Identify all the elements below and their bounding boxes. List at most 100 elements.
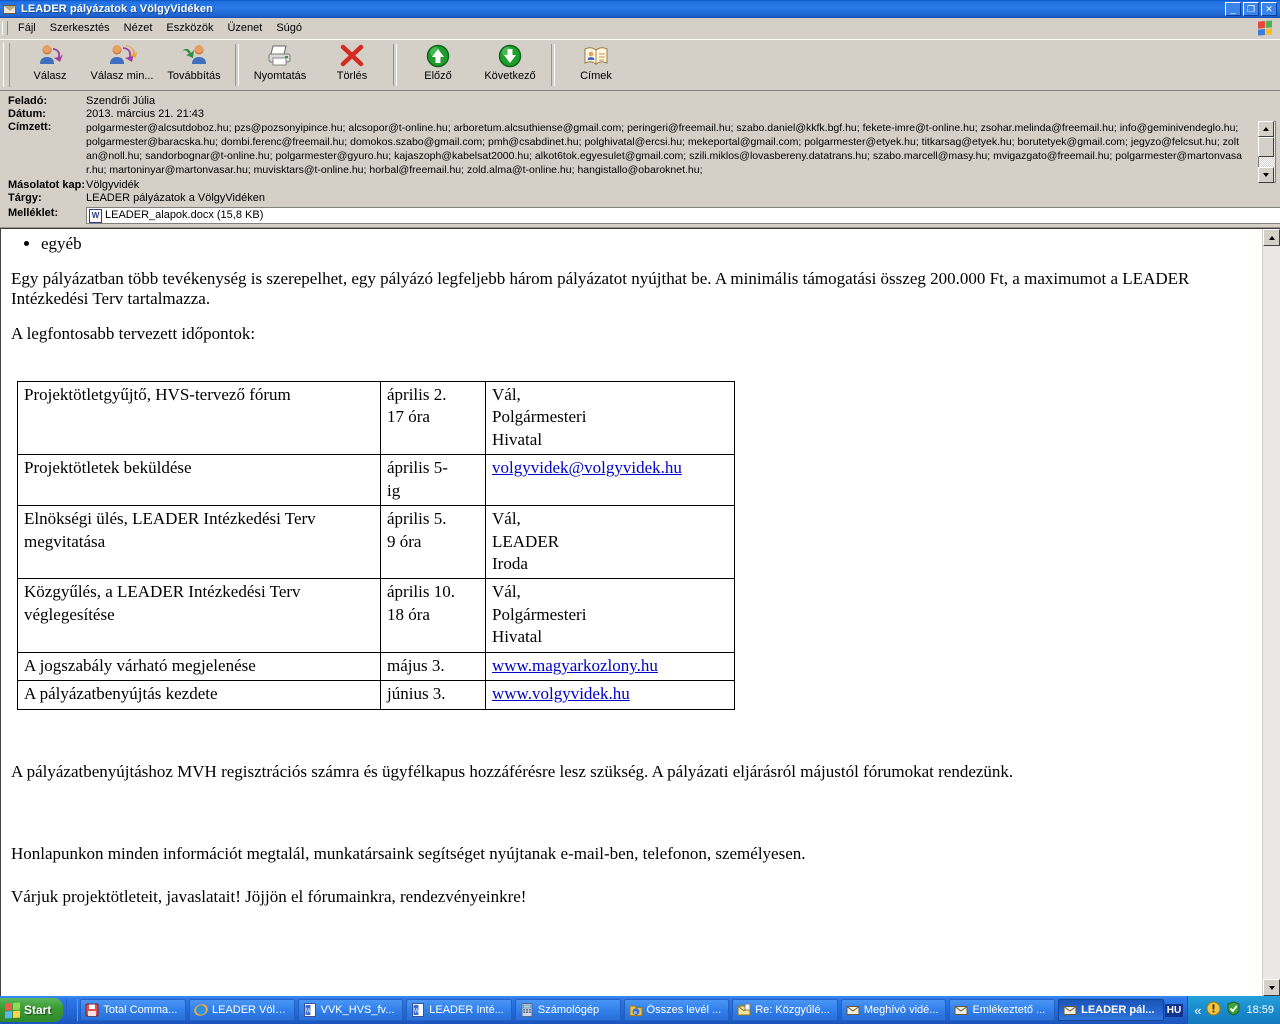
recipients-scroll-down-button[interactable]: [1258, 167, 1274, 183]
website-link[interactable]: www.magyarkozlony.hu: [492, 656, 658, 675]
addresses-button[interactable]: Címek: [560, 40, 632, 90]
attachment-field[interactable]: W LEADER_alapok.docx (15,8 KB): [86, 207, 1280, 224]
clock[interactable]: 18:59: [1246, 1004, 1274, 1016]
menu-message[interactable]: Üzenet: [220, 20, 269, 36]
body-paragraph-5: Várjuk projektötleteit, javaslatait! Jöj…: [11, 887, 527, 907]
header-row-cc: Másolatot kap: Völgyvidék: [0, 179, 1280, 192]
scroll-up-button[interactable]: [1263, 229, 1280, 246]
taskbar: Start Total Comma... LEADER Völg... W VV…: [0, 996, 1280, 1024]
menu-edit[interactable]: Szerkesztés: [43, 20, 117, 36]
menubar-grip[interactable]: [2, 21, 8, 35]
taskbar-item-leader-volgy[interactable]: LEADER Völg...: [188, 999, 295, 1021]
body-paragraph-2: A legfontosabb tervezett időpontok:: [11, 324, 256, 344]
taskbar-item-label: Meghívó vidé...: [863, 1004, 939, 1016]
address-book-icon: [582, 43, 610, 69]
body-paragraph-3: A pályázatbenyújtáshoz MVH regisztrációs…: [11, 761, 1014, 781]
word-document-icon: W: [303, 1003, 317, 1017]
table-row: Közgyűlés, a LEADER Intézkedési Terv vég…: [17, 578, 735, 653]
addresses-label: Címek: [580, 70, 612, 82]
table-cell-date: április 5- ig: [380, 454, 486, 507]
previous-button[interactable]: Előző: [402, 40, 474, 90]
email-link[interactable]: volgyvidek@volgyvidek.hu: [492, 458, 682, 477]
language-indicator[interactable]: HU: [1164, 1003, 1184, 1017]
menubar: Fájl Szerkesztés Nézet Eszközök Üzenet S…: [0, 18, 1280, 39]
taskbar-item-calculator[interactable]: Számológép: [514, 999, 621, 1021]
table-row: Elnökségi ülés, LEADER Intézkedési Terv …: [17, 505, 735, 580]
security-shield-icon[interactable]: [1226, 1001, 1241, 1019]
taskbar-item-meghivo[interactable]: Meghívó vidé...: [840, 999, 947, 1021]
from-label: Feladó:: [8, 95, 48, 107]
attachment-label: Melléklet:: [8, 207, 59, 219]
body-paragraph-4: Honlapunkon minden információt megtalál,…: [11, 844, 806, 864]
minimize-button[interactable]: _: [1225, 2, 1241, 16]
reply-all-button[interactable]: Válasz min...: [86, 40, 158, 90]
menu-tools[interactable]: Eszközök: [159, 20, 220, 36]
list-item: egyéb: [41, 234, 1256, 255]
website-link[interactable]: www.volgyvidek.hu: [492, 684, 630, 703]
header-row-to: Címzett: polgarmester@alcsutdoboz.hu; pz…: [0, 121, 1280, 177]
next-down-arrow-icon: [497, 43, 523, 69]
menu-file[interactable]: Fájl: [11, 20, 43, 36]
taskbar-item-osszes-level[interactable]: e Összes levél ...: [623, 999, 730, 1021]
recipients-scroll-up-button[interactable]: [1258, 121, 1274, 137]
reply-button[interactable]: Válasz: [14, 40, 86, 90]
taskbar-item-vvk-hvs[interactable]: W VVK_HVS_fv...: [297, 999, 404, 1021]
tray-expand-chevron-icon[interactable]: «: [1194, 1003, 1201, 1018]
subject-label: Tárgy:: [8, 192, 42, 204]
toolbar-grip[interactable]: [3, 43, 10, 87]
message-header-panel: Feladó: Szendrői Júlia Dátum: 2013. márc…: [0, 91, 1280, 228]
printer-icon: [265, 43, 295, 69]
body-paragraph-1: Egy pályázatban több tevékenység is szer…: [11, 268, 1190, 309]
close-button[interactable]: ✕: [1261, 2, 1277, 16]
table-row: Projektötletek beküldése április 5- ig v…: [17, 454, 735, 507]
date-value: 2013. március 21. 21:43: [86, 108, 205, 120]
envelope-icon: [3, 2, 17, 16]
taskbar-item-leader-intezkedesi[interactable]: W LEADER Inté...: [406, 999, 512, 1021]
taskbar-item-total-commander[interactable]: Total Comma...: [80, 999, 186, 1021]
bullet-list: egyéb: [11, 234, 1256, 255]
recipients-scrollbar[interactable]: [1258, 121, 1276, 183]
quick-launch-grip[interactable]: [66, 999, 79, 1021]
taskbar-item-label: Total Comma...: [103, 1004, 178, 1016]
forward-button[interactable]: Továbbítás: [158, 40, 230, 90]
table-row: A jogszabály várható megjelenése május 3…: [17, 651, 735, 682]
scroll-down-button[interactable]: [1263, 979, 1280, 996]
security-alert-icon[interactable]: [1206, 1001, 1221, 1019]
cc-value: Völgyvidék: [86, 179, 140, 191]
forward-icon: [179, 43, 209, 69]
message-body-scrollbar[interactable]: [1262, 229, 1280, 996]
reply-label: Válasz: [33, 70, 67, 82]
windows-logo-icon: [1254, 19, 1276, 37]
schedule-table: Projektötletgyűjtő, HVS-tervező fórum áp…: [17, 380, 735, 710]
taskbar-item-label: LEADER Völg...: [211, 1004, 290, 1016]
date-label: Dátum:: [8, 108, 46, 120]
attachment-filename[interactable]: LEADER_alapok.docx (15,8 KB): [105, 209, 263, 222]
window-title: LEADER pályázatok a VölgyVidéken: [21, 3, 213, 15]
table-cell-event: Projektötletgyűjtő, HVS-tervező fórum: [17, 380, 381, 456]
restore-button[interactable]: ❐: [1243, 2, 1259, 16]
taskbar-item-leader-palyazatok[interactable]: LEADER pál...: [1058, 999, 1164, 1021]
recipients-scroll-thumb[interactable]: [1258, 137, 1274, 157]
print-button[interactable]: Nyomtatás: [244, 40, 316, 90]
reply-all-icon: [106, 43, 138, 69]
reply-all-label: Válasz min...: [90, 70, 154, 82]
taskbar-item-label: LEADER pál...: [1081, 1004, 1155, 1016]
header-row-attachment: Melléklet: W LEADER_alapok.docx (15,8 KB…: [0, 207, 1280, 224]
outlook-folder-icon: e: [629, 1003, 643, 1017]
taskbar-item-re-kozgyules[interactable]: Re: Közgyűlé...: [732, 999, 838, 1021]
mail-open-icon: [737, 1003, 751, 1017]
start-button[interactable]: Start: [0, 998, 64, 1022]
table-row: A pályázatbenyújtás kezdete június 3. ww…: [17, 680, 735, 710]
table-cell-event: Elnökségi ülés, LEADER Intézkedési Terv …: [17, 505, 381, 580]
envelope-icon: [846, 1003, 860, 1017]
menu-help[interactable]: Súgó: [269, 20, 309, 36]
delete-button[interactable]: Törlés: [316, 40, 388, 90]
start-label: Start: [24, 1003, 52, 1017]
to-label: Címzett:: [8, 121, 52, 133]
taskbar-item-emlekezteto[interactable]: Emlékeztető ...: [949, 999, 1056, 1021]
toolbar-separator-2: [393, 44, 397, 86]
window-controls: _ ❐ ✕: [1225, 2, 1279, 16]
previous-up-arrow-icon: [425, 43, 451, 69]
next-button[interactable]: Következő: [474, 40, 546, 90]
menu-view[interactable]: Nézet: [117, 20, 160, 36]
